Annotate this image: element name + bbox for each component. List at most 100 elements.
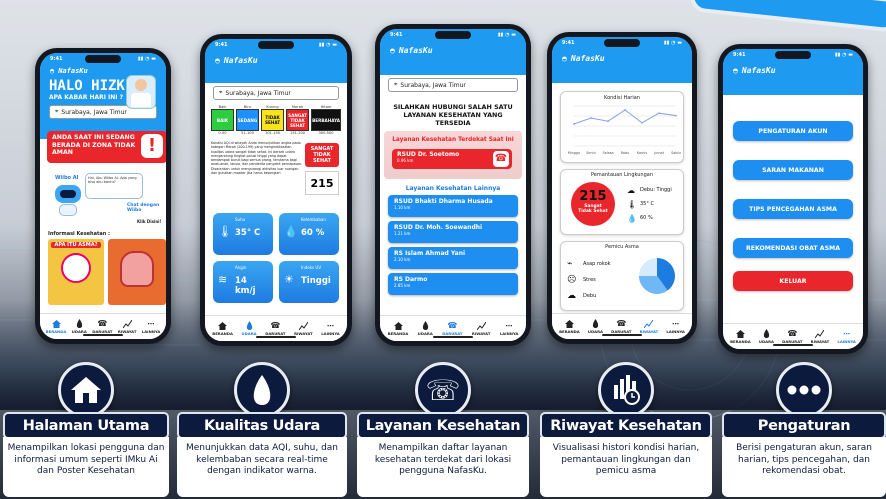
nav-darurat[interactable]: ☎ DARURAT — [611, 319, 631, 334]
nav-riwayat[interactable]: RIWAYAT — [472, 321, 490, 336]
lungs-poster[interactable] — [108, 239, 166, 305]
tile-label: Angin — [235, 265, 247, 270]
app-name: NafasKu — [223, 55, 258, 65]
sun-icon: ☀ — [284, 273, 294, 286]
nav-lainnya[interactable]: ⋯ LAINNYA — [666, 319, 684, 335]
phone-health-services-screen: 9:41 ▮▮ ◔ ▬ ◓ NafasKu ⌖ Surabaya, Jawa Timu… — [375, 24, 531, 346]
settings-menu-button[interactable]: PENGATURAN AKUN — [733, 121, 853, 141]
tile-value: 60 % — [301, 228, 325, 238]
nav-beranda[interactable]: BERANDA — [46, 319, 66, 334]
nav-beranda[interactable]: BERANDA — [212, 321, 233, 336]
nav-lainnya[interactable]: ⋯ LAINNYA — [837, 329, 855, 345]
service-name: RSUD Bhakti Dharma Husada — [394, 198, 493, 205]
aqi-level-range: 151-200 — [290, 131, 306, 135]
location-pin-icon: ⌖ — [55, 108, 59, 115]
aqi-circle-status: Sangat Tidak Sehat — [578, 204, 608, 214]
day-tick-label: Kamis — [637, 151, 647, 155]
metric-row: 💧 60 % — [627, 211, 683, 225]
service-name: RS Darmo — [394, 276, 428, 283]
alert-text: ANDA SAAT INI SEDANG BERADA DI ZONA TIDA… — [52, 134, 136, 156]
service-name: RS Islam Ahmad Yani — [394, 250, 466, 257]
nearest-distance: 0.96 km — [397, 158, 414, 163]
service-distance: 1.10 km — [394, 205, 411, 210]
settings-menu-button[interactable]: REKOMENDASI OBAT ASMA — [733, 238, 853, 258]
nav-riwayat[interactable]: RIWAYAT — [294, 321, 313, 336]
wiibo-label: Wiibo AI — [55, 175, 79, 181]
other-services-label: Layanan Kesehatan Lainnya — [405, 185, 501, 192]
app-name: NafasKu — [570, 53, 605, 63]
nearest-service-card: Layanan Kesehatan Terdekat Saat Ini RSUD… — [384, 131, 522, 179]
nav-udara[interactable]: UDARA — [588, 319, 603, 334]
aqi-level-name: BERBAHAYA — [312, 117, 340, 123]
nav-udara[interactable]: UDARA — [242, 321, 257, 336]
logout-button[interactable]: KELUAR — [733, 271, 853, 291]
settings-menu-button[interactable]: SARAN MAKANAN — [733, 160, 853, 180]
nav-riwayat[interactable]: RIWAYAT — [118, 319, 136, 334]
drop-icon — [244, 321, 254, 330]
call-icon[interactable]: ☎ — [493, 151, 509, 167]
aqi-level-range: 51-100 — [241, 131, 254, 135]
day-tick-label: Senin — [586, 151, 595, 155]
poster-title: APA ITU ASMA? — [51, 242, 101, 248]
more-icon: ⋯ — [505, 321, 513, 330]
nav-beranda[interactable]: BERANDA — [388, 321, 408, 336]
service-button[interactable]: RSUD Bhakti Dharma Husada 1.10 km — [388, 195, 518, 217]
aqi-level-name: SANGAT TIDAK SEHAT — [288, 112, 308, 128]
metric-list: ☁ Debu: Tinggi 🌡 35° C 💧 60 % — [627, 183, 683, 225]
service-button[interactable]: RSUD Dr. Moh. Soewandhi 1.21 km — [388, 221, 518, 243]
location-field[interactable]: ⌖ Surabaya, Jawa Timur — [388, 78, 518, 92]
trigger-pie-chart — [639, 258, 675, 294]
settings-menu-button[interactable]: TIPS PENCEGAHAN ASMA — [733, 199, 853, 219]
service-button[interactable]: RS Islam Ahmad Yani 2.10 km — [388, 247, 518, 269]
status-time: 9:41 — [733, 52, 746, 58]
aqi-level-swatch: BAIK — [211, 109, 235, 131]
nav-udara[interactable]: UDARA — [759, 329, 774, 344]
nav-lainnya[interactable]: ⋯ LAINNYA — [500, 321, 518, 337]
weather-tile[interactable]: ≋ Angin 14 km/j — [213, 261, 273, 303]
chat-prompt[interactable]: Chat dengan Wiibo — [127, 203, 166, 213]
tile-value: 14 km/j — [235, 276, 256, 296]
nav-riwayat[interactable]: RIWAYAT — [811, 329, 829, 344]
nav-darurat[interactable]: ☎ DARURAT — [265, 321, 285, 336]
drop-icon — [590, 319, 600, 328]
chat-bubble[interactable]: Hai, Aku Wiibo AI. Ada yang bisa aku ban… — [85, 173, 143, 199]
asthma-poster[interactable]: APA ITU ASMA? — [48, 239, 104, 305]
unsafe-zone-alert[interactable]: ANDA SAAT INI SEDANG BERADA DI ZONA TIDA… — [47, 131, 166, 163]
nav-lainnya[interactable]: ⋯ LAINNYA — [142, 319, 160, 335]
weather-tile[interactable]: 💧 Kelembaban 60 % — [279, 213, 339, 255]
nav-lainnya[interactable]: ⋯ LAINNYA — [321, 321, 339, 337]
nearest-service-button[interactable]: RSUD Dr. Soetomo 0.96 km ☎ — [392, 149, 512, 169]
nav-darurat[interactable]: ☎ DARURAT — [442, 321, 462, 336]
bottom-nav: BERANDA UDARA ☎ DARURAT RIWAYAT ⋯ LAINNYA — [40, 313, 166, 339]
phone-icon: ☏ — [415, 362, 471, 418]
nav-darurat[interactable]: ☎ DARURAT — [782, 329, 802, 344]
feature-description: Menampilkan lokasi pengguna dan informas… — [3, 437, 169, 497]
daily-point — [573, 123, 575, 125]
feature-description: Visualisasi histori kondisi harian, pema… — [540, 437, 712, 497]
nav-udara[interactable]: UDARA — [418, 321, 433, 336]
bottom-nav: BERANDA UDARA ☎ DARURAT RIWAYAT ⋯ LAINNYA — [380, 315, 526, 341]
trigger-row: ☹ Stres — [567, 272, 637, 288]
drop-icon — [234, 362, 290, 418]
nav-beranda[interactable]: BERANDA — [559, 319, 580, 334]
nav-darurat[interactable]: ☎ DARURAT — [92, 319, 112, 334]
click-hint[interactable]: Klik Disini! — [137, 219, 161, 224]
humidity-icon: 💧 — [284, 225, 298, 238]
wiibo-ai-section[interactable]: Wiibo AI Hai, Aku Wiibo AI. Ada yang bis… — [47, 169, 166, 229]
feature-title: Layanan Kesehatan — [357, 412, 529, 439]
home-icon — [564, 319, 574, 328]
more-icon: ⋯ — [843, 329, 851, 338]
location-text: Surabaya, Jawa Timur — [61, 108, 127, 116]
nav-beranda[interactable]: BERANDA — [730, 329, 751, 344]
phone-icon: ☎ — [447, 321, 458, 330]
aqi-description: Kondisi AQI di wilayah Anda menunjukkan … — [211, 141, 303, 176]
weather-tile[interactable]: 🌡 Suhu 35° C — [213, 213, 273, 255]
day-tick-label: Sabtu — [671, 151, 681, 155]
daily-series-line — [573, 109, 677, 125]
service-button[interactable]: RS Darmo 2.85 km — [388, 273, 518, 295]
nav-riwayat[interactable]: RIWAYAT — [640, 319, 658, 334]
weather-tile[interactable]: ☀ Indeks UV Tinggi — [279, 261, 339, 303]
location-field[interactable]: ⌖ Surabaya, Jawa Timur — [213, 86, 339, 100]
aqi-circle: 215 Sangat Tidak Sehat — [571, 182, 615, 226]
nav-udara[interactable]: UDARA — [72, 319, 87, 334]
